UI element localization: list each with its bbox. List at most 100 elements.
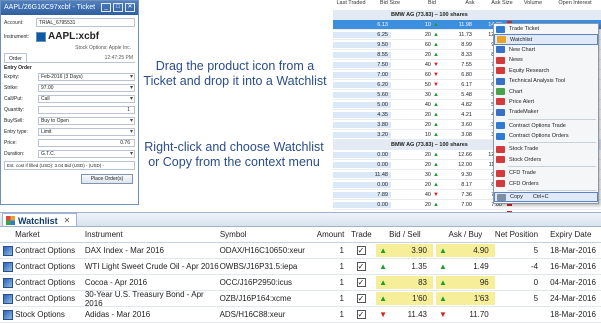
bid-cell[interactable]: ▲ 3.90 [376, 244, 433, 257]
trade-checkbox[interactable]: ✓ [356, 294, 366, 303]
column-header[interactable]: Open Interest [549, 0, 601, 10]
menu-item[interactable]: Contract Options Trade [494, 121, 598, 131]
ticket-field: Buy/Sell: Buy to Open [4, 116, 135, 126]
menu-item[interactable]: Stock Trade [494, 144, 598, 154]
menu-item[interactable]: Contract Options Orders [494, 131, 598, 141]
column-header[interactable]: Volume [517, 0, 549, 10]
ask-value: 11.70 [469, 310, 489, 319]
trade-checkbox[interactable]: ✓ [356, 278, 366, 287]
last-traded: 7.50 [333, 61, 391, 68]
column-header[interactable]: Ask Size [487, 0, 517, 10]
trade-checkbox[interactable]: ✓ [356, 310, 366, 319]
header-market[interactable]: Market [15, 230, 85, 239]
expiry-cell: 18-Mar-2016 [550, 310, 596, 319]
watchlist-row[interactable]: Contract Options 30-Year U.S. Treasury Bo… [0, 290, 601, 308]
column-header[interactable]: Bid Size [369, 0, 411, 10]
arrow-up-icon: ▲ [379, 278, 388, 287]
net-position-cell: 0 [533, 278, 539, 287]
product-drag-icon[interactable] [36, 31, 46, 42]
bid-size: 20 [424, 111, 431, 118]
watchlist-row[interactable]: Contract Options DAX Index - Mar 2016 ODAX… [0, 243, 601, 259]
amount-cell[interactable]: 1 [314, 246, 346, 255]
amount-cell[interactable]: 1 [314, 310, 346, 319]
trade-checkbox[interactable]: ✓ [356, 246, 366, 255]
bid-cell[interactable]: ▲ 1.35 [376, 260, 433, 273]
maximize-icon[interactable]: □ [113, 3, 123, 12]
field-value[interactable]: 0.76 [38, 139, 135, 147]
header-expiry[interactable]: Expiry Date [544, 230, 601, 239]
ask-value: 1.49 [473, 262, 489, 271]
menu-item[interactable]: Stock Orders [494, 155, 598, 165]
field-value[interactable]: 1 [38, 106, 135, 114]
menu-item[interactable]: Technical Analysis Tool [494, 76, 598, 86]
market-cell: Contract Options [15, 262, 76, 271]
menu-item[interactable]: Chart [494, 86, 598, 96]
bid-cell[interactable]: ▲ 1'60 [376, 292, 433, 305]
ask-cell[interactable]: ▲ 1.49 [436, 260, 495, 273]
menu-item[interactable]: TradeMaker [494, 107, 598, 117]
menu-item[interactable]: Watchlist [494, 34, 598, 45]
header-net-position[interactable]: Net Position [495, 230, 544, 239]
field-value[interactable]: G.T.C. [38, 150, 135, 158]
amount-cell[interactable]: 1 [314, 294, 346, 303]
menu-item-label: Stock Orders [509, 156, 542, 163]
menu-item[interactable]: Copy Ctrl+C [494, 191, 598, 203]
ticket-title-bar[interactable]: AAPL/26G16C97xcbf - Ticket _ □ ✕ [1, 1, 138, 15]
menu-item[interactable]: Trade Ticket [494, 24, 598, 34]
bid: 11.98 [458, 21, 472, 28]
account-select[interactable]: TRIAL_6795531 [36, 18, 135, 27]
amount-cell[interactable]: 1 [314, 262, 346, 271]
header-amount[interactable]: Amount [314, 230, 346, 239]
field-value[interactable]: Limit [38, 128, 135, 136]
menu-item[interactable]: CFD Trade [494, 168, 598, 178]
menu-item[interactable]: Price Alert [494, 97, 598, 107]
minimize-icon[interactable]: _ [101, 3, 111, 12]
menu-item[interactable]: New Chart [494, 45, 598, 55]
close-icon[interactable]: ✕ [125, 3, 135, 12]
field-value[interactable]: Feb-2016 (3 Days) [38, 73, 135, 81]
field-value[interactable]: 97.00 [38, 84, 135, 92]
instrument-value: AAPL:xcbf [48, 31, 100, 42]
bid-size: 10 [424, 21, 431, 28]
header-instrument[interactable]: Instrument [85, 230, 220, 239]
trade-checkbox[interactable]: ✓ [356, 262, 366, 271]
watchlist-panel: Watchlist ✕ Market Instrument Symbol Amo… [0, 212, 601, 323]
tab-order[interactable]: Order [4, 53, 27, 62]
field-value[interactable]: Buy to Open [38, 117, 135, 125]
instruction-context-text: Right-click and choose Watchlist or Copy… [144, 140, 324, 169]
header-bid[interactable]: Bid / Sell [377, 228, 434, 241]
place-order-button[interactable]: Place Order(s) [81, 174, 133, 184]
amount-cell[interactable]: 1 [314, 278, 346, 287]
menu-item[interactable]: Equity Research [494, 66, 598, 76]
bid: 8.17 [461, 181, 472, 188]
bid: 4.21 [461, 111, 472, 118]
ask-cell[interactable]: ▲ 96 [436, 276, 495, 289]
column-header[interactable]: Ask [453, 0, 487, 10]
arrow-up-icon: ▲ [433, 131, 439, 138]
close-icon[interactable]: ✕ [64, 216, 71, 225]
expiry-cell: 04-Mar-2016 [550, 278, 596, 287]
menu-item-label: CFD Orders [509, 180, 539, 187]
market-cell: Contract Options [15, 278, 76, 287]
column-header[interactable]: Bid [411, 0, 453, 10]
instruction-drag-text: Drag the product icon from a Ticket and … [143, 59, 327, 88]
arrow-up-icon: ▲ [433, 21, 439, 28]
menu-item[interactable]: News [494, 55, 598, 65]
column-header[interactable]: Last Traded [333, 0, 369, 10]
watchlist-row[interactable]: Contract Options WTI Light Sweet Crude Oi… [0, 259, 601, 275]
bid-size: 20 [424, 201, 431, 208]
field-value[interactable]: Call [38, 95, 135, 103]
ask-cell[interactable]: ▼ 11.70 [436, 308, 495, 321]
header-trade[interactable]: Trade [346, 230, 376, 239]
header-symbol[interactable]: Symbol [220, 230, 314, 239]
bid-cell[interactable]: ▼ 11.43 [376, 308, 433, 321]
bid: 6.80 [461, 71, 472, 78]
ask-cell[interactable]: ▲ 4.90 [436, 244, 495, 257]
bid-cell[interactable]: ▲ 83 [376, 276, 433, 289]
last-traded: 7.00 [333, 71, 391, 78]
header-ask[interactable]: Ask / Buy [436, 228, 495, 241]
ask-cell[interactable]: ▲ 1'63 [436, 292, 495, 305]
menu-item[interactable]: CFD Orders [494, 178, 598, 188]
tab-watchlist[interactable]: Watchlist ✕ [2, 213, 78, 226]
trade-cell: ✓ [346, 278, 376, 287]
